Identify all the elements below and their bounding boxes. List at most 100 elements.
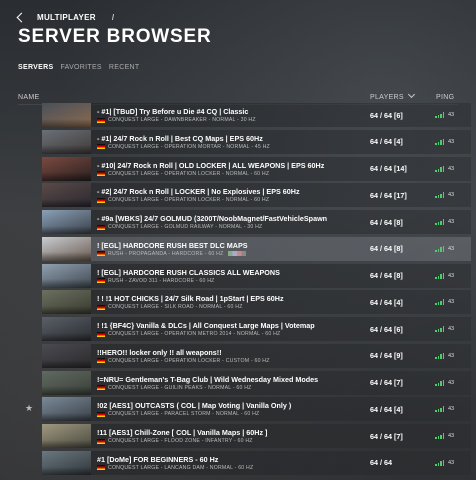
map-thumbnail [42, 183, 91, 208]
flag-icon [97, 117, 105, 123]
server-name: ! !1 {BF4C} Vanilla & DLCs | All Conques… [97, 321, 315, 331]
page-title: SERVER BROWSER [18, 26, 212, 47]
signal-bars-icon [435, 406, 444, 413]
server-meta: CONQUEST LARGE - PARACEL STORM - NORMAL … [97, 411, 343, 417]
server-info: #1 [DoMe] FOR BEGINNERS - 60 Hz CONQUEST… [97, 455, 343, 471]
server-name: - #1| 24/7 Rock n Roll | Best CQ Maps | … [97, 133, 263, 143]
server-meta: CONQUEST LARGE - GUILIN PEAKS - NORMAL -… [97, 385, 343, 391]
server-row[interactable]: - #10| 24/7 Rock n Roll | OLD LOCKER | A… [42, 156, 471, 181]
server-row[interactable]: - #9a [WBKS] 24/7 GOLMUD (3200T/NoobMagn… [42, 210, 471, 235]
server-row[interactable]: #1 [DoMe] FOR BEGINNERS - 60 Hz CONQUEST… [42, 450, 471, 475]
flag-icon [97, 465, 105, 471]
server-details: CONQUEST LARGE - FLOOD ZONE - INFANTRY -… [108, 438, 253, 445]
flag-icon [97, 331, 105, 337]
server-details: CONQUEST LARGE - OPERATION LOCKER - CUST… [108, 357, 270, 364]
player-count: 64 / 64 [7] [370, 378, 403, 388]
server-name: - #9a [WBKS] 24/7 GOLMUD (3200T/NoobMagn… [97, 214, 328, 224]
server-meta: CONQUEST LARGE - DAWNBREAKER - NORMAL - … [97, 117, 343, 123]
ping-indicator: 43 [435, 245, 454, 252]
server-details: CONQUEST LARGE - PARACEL STORM - NORMAL … [108, 411, 260, 418]
signal-bars-icon [435, 299, 444, 306]
server-row[interactable]: !11 [AES1] Chill-Zone [ COL | Vanilla Ma… [42, 424, 471, 449]
player-count: 64 / 64 [8] [370, 217, 403, 227]
map-thumbnail [42, 263, 91, 288]
player-count: 64 / 64 [4] [370, 404, 403, 414]
ping-value: 43 [448, 433, 455, 440]
column-header-name[interactable]: NAME [18, 94, 39, 101]
server-info: - #2| 24/7 Rock n Roll | LOCKER | No Exp… [97, 187, 343, 203]
server-name: - #2| 24/7 Rock n Roll | LOCKER | No Exp… [97, 187, 300, 197]
server-name: #1 [DoMe] FOR BEGINNERS - 60 Hz [97, 454, 219, 464]
server-name: ! [EGL] HARDCORE RUSH BEST DLC MAPS [97, 240, 248, 250]
server-row[interactable]: !!HERO!! locker only !! all weapons!! CO… [42, 343, 471, 368]
server-row[interactable]: ! [EGL] HARDCORE RUSH CLASSICS ALL WEAPO… [42, 263, 471, 288]
signal-bars-icon [435, 245, 444, 252]
signal-bars-icon [435, 192, 444, 199]
server-list: - #1| [TBuD] Try Before u Die #4 CQ | Cl… [42, 103, 471, 478]
player-count: 64 / 64 [370, 458, 392, 468]
server-name: - #1| [TBuD] Try Before u Die #4 CQ | Cl… [97, 107, 249, 116]
server-name: !02 [AES1] OUTCASTS ( COL | Map Voting |… [97, 401, 292, 411]
server-info: - #1| 24/7 Rock n Roll | Best CQ Maps | … [97, 134, 343, 150]
server-details: CONQUEST LARGE - OPERATION LOCKER - NORM… [108, 170, 270, 177]
server-name: ! ! !1 HOT CHICKS | 24/7 Silk Road | 1pS… [97, 294, 284, 304]
player-count: 64 / 64 [14] [370, 164, 407, 174]
tab-favorites[interactable]: FAVORITES [60, 64, 101, 71]
ping-value: 43 [448, 272, 455, 279]
server-row[interactable]: - #1| [TBuD] Try Before u Die #4 CQ | Cl… [42, 103, 471, 127]
ping-indicator: 43 [435, 192, 454, 199]
server-meta: RUSH - ZAVOD 311 - HARDCORE - 60 HZ [97, 278, 343, 284]
server-row[interactable]: !=NRU= Gentleman's T-Bag Club | Wild Wed… [42, 370, 471, 395]
server-meta: RUSH - PROPAGANDA - HARDCORE - 60 HZ [97, 251, 343, 257]
signal-bars-icon [435, 379, 444, 386]
map-thumbnail [42, 236, 91, 261]
server-meta: CONQUEST LARGE - OPERATION MORTAR - NORM… [97, 144, 343, 150]
signal-bars-icon [435, 272, 444, 279]
ping-indicator: 43 [435, 406, 455, 413]
server-info: ! [EGL] HARDCORE RUSH BEST DLC MAPS RUSH… [97, 241, 343, 257]
server-row[interactable]: - #1| 24/7 Rock n Roll | Best CQ Maps | … [42, 129, 471, 154]
server-row[interactable]: ! ! !1 HOT CHICKS | 24/7 Silk Road | 1pS… [42, 290, 471, 315]
ping-indicator: 43 [435, 112, 454, 118]
server-row[interactable]: ! !1 {BF4C} Vanilla & DLCs | All Conques… [42, 317, 471, 342]
flag-icon [97, 411, 105, 417]
server-name: !!HERO!! locker only !! all weapons!! [97, 347, 222, 357]
server-row[interactable]: ! [EGL] HARDCORE RUSH BEST DLC MAPS RUSH… [42, 236, 471, 261]
server-meta: CONQUEST LARGE - OPERATION METRO 2014 - … [97, 331, 343, 337]
ping-value: 43 [448, 219, 455, 226]
ping-value: 43 [448, 299, 455, 306]
server-details: CONQUEST LARGE - OPERATION MORTAR - NORM… [108, 143, 270, 150]
ping-indicator: 43 [435, 299, 455, 306]
ping-indicator: 43 [435, 459, 454, 466]
back-chevron-icon[interactable] [16, 12, 27, 23]
server-attributes-icon [228, 251, 247, 257]
signal-bars-icon [435, 326, 444, 333]
flag-icon [97, 197, 105, 203]
column-header-ping[interactable]: PING [436, 94, 454, 101]
map-thumbnail [42, 370, 91, 395]
column-header-players[interactable]: PLAYERS [370, 90, 416, 101]
map-thumbnail [42, 210, 91, 235]
server-meta: CONQUEST LARGE - OPERATION LOCKER - NORM… [97, 197, 343, 203]
ping-indicator: 43 [435, 219, 455, 226]
tab-servers[interactable]: SERVERS [18, 64, 53, 71]
tab-recent[interactable]: RECENT [109, 64, 140, 71]
ping-indicator: 43 [435, 379, 454, 386]
ping-value: 43 [448, 406, 455, 413]
server-row[interactable]: !02 [AES1] OUTCASTS ( COL | Map Voting |… [42, 397, 471, 422]
server-info: - #10| 24/7 Rock n Roll | OLD LOCKER | A… [97, 161, 343, 177]
ping-indicator: 43 [435, 352, 454, 359]
server-details: CONQUEST LARGE - OPERATION METRO 2014 - … [108, 331, 281, 338]
signal-bars-icon [435, 165, 444, 172]
breadcrumb-parent[interactable]: MULTIPLAYER [37, 13, 96, 22]
server-details: CONQUEST LARGE - GOLMUD RAILWAY - NORMAL… [108, 224, 263, 231]
signal-bars-icon [435, 433, 444, 440]
ping-value: 43 [448, 138, 455, 145]
flag-icon [97, 224, 105, 230]
server-details: CONQUEST LARGE - OPERATION LOCKER - NORM… [108, 197, 270, 204]
flag-icon [97, 385, 105, 391]
server-row[interactable]: - #2| 24/7 Rock n Roll | LOCKER | No Exp… [42, 183, 471, 208]
favorite-star-icon[interactable]: ★ [25, 403, 33, 414]
player-count: 64 / 64 [6] [370, 324, 403, 334]
flag-icon [97, 144, 105, 150]
